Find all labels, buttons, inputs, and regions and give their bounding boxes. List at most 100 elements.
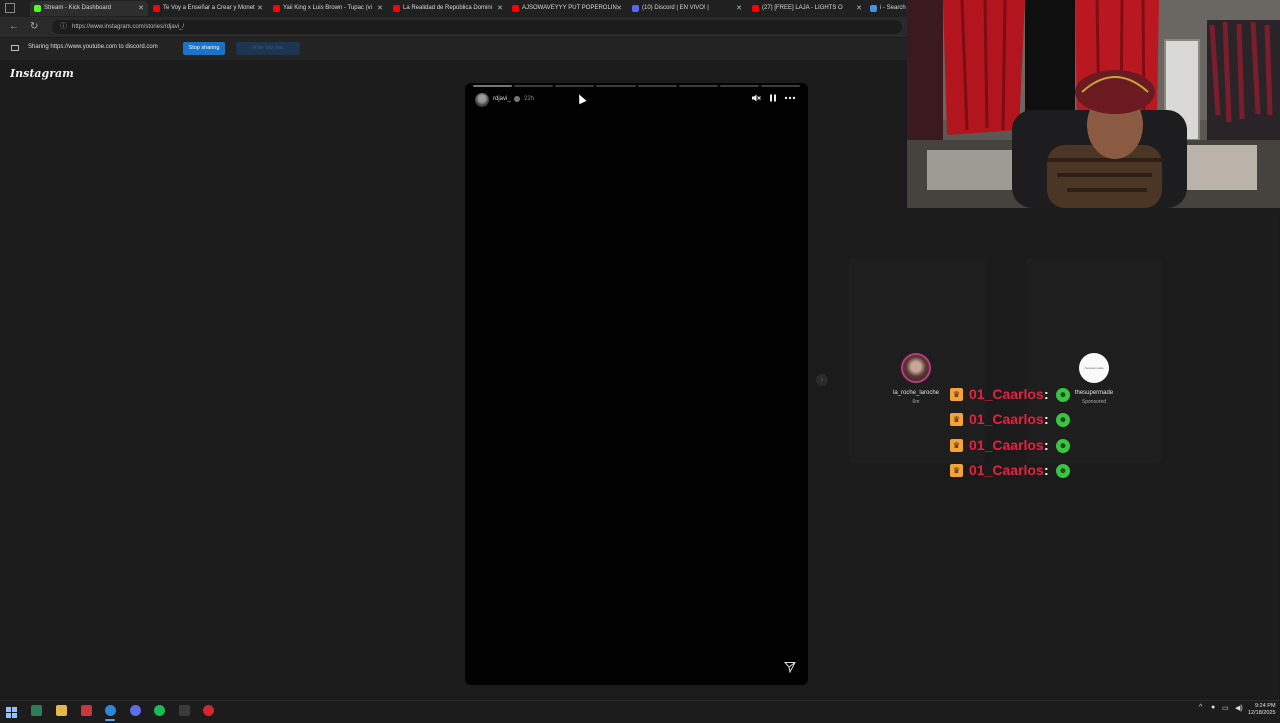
close-tab-icon[interactable]: ✕ (257, 1, 263, 16)
tab-favicon-icon (752, 5, 759, 12)
tab-favicon-icon (632, 5, 639, 12)
reload-icon[interactable]: ↻ (30, 21, 38, 33)
obs-recording-icon[interactable] (203, 705, 214, 716)
tab-label: La Realidad de República Domini (403, 5, 493, 11)
tab-favicon-icon (34, 5, 41, 12)
green-emote-icon: ☻ (1056, 388, 1070, 402)
chat-username: 01_Caarlos (969, 461, 1044, 478)
chat-username: 01_Caarlos (969, 386, 1044, 402)
browser-tab[interactable]: Yaii King x Luis Brown - Tupac (vi ✕ (269, 1, 387, 16)
more-options-icon[interactable] (784, 93, 796, 106)
story-progress-segment (719, 85, 759, 87)
verified-badge-icon (514, 96, 520, 102)
file-explorer-icon[interactable] (56, 705, 67, 716)
story-progress-segment (514, 85, 554, 87)
crown-badge-icon: ♛ (950, 388, 963, 401)
green-emote-icon: ☻ (1056, 463, 1070, 478)
screen-sharing-bar: Sharing https://www.youtube.com to disco… (0, 38, 907, 60)
side-story-avatar[interactable] (901, 353, 931, 383)
browser-toolbar: ← ↻ ⓘ https://www.instagram.com/stories/… (0, 17, 907, 37)
close-tab-icon[interactable]: ✕ (736, 1, 742, 16)
browser-tab[interactable]: (27) [FREE] LAJA - LIGHTS O ✕ (748, 1, 866, 16)
sharing-status-text: Sharing https://www.youtube.com to disco… (28, 44, 158, 50)
tab-favicon-icon (273, 5, 280, 12)
clock-time: 9:24 PM (1255, 703, 1276, 709)
close-tab-icon[interactable]: ✕ (856, 1, 862, 16)
site-info-icon[interactable]: ⓘ (60, 23, 67, 31)
tab-label: AJSOWAVEYYY PUT POPEROLIN (522, 5, 617, 11)
microphone-icon[interactable]: ● (1211, 704, 1215, 711)
chat-username: 01_Caarlos (969, 411, 1044, 428)
hide-bar-button[interactable]: Hide this bar (236, 42, 300, 55)
speaker-muted-icon[interactable] (751, 93, 761, 106)
close-tab-icon[interactable]: ✕ (138, 1, 144, 16)
window-menu-icon[interactable] (5, 3, 15, 13)
tab-label: (10) Discord | EN VIVO! | (642, 5, 709, 11)
browser-tab[interactable]: Stream - Kick Dashboard ✕ (30, 1, 148, 16)
tab-favicon-icon (512, 5, 519, 12)
active-app-indicator (105, 719, 115, 721)
discord-icon[interactable] (130, 705, 141, 716)
edge-browser-icon[interactable] (105, 705, 116, 716)
screen-share-icon (11, 45, 19, 51)
webcam-image (907, 0, 1280, 208)
windows-start-icon[interactable] (6, 705, 17, 718)
story-progress-segment (555, 85, 595, 87)
crown-badge-icon: ♛ (950, 413, 963, 427)
browser-tab[interactable]: La Realidad de República Domini ✕ (389, 1, 507, 16)
side-story-time: 6m (912, 399, 920, 405)
close-tab-icon[interactable]: ✕ (616, 1, 622, 16)
crown-badge-icon: ♛ (950, 438, 963, 452)
chat-username: 01_Caarlos (969, 436, 1044, 453)
video-app-icon[interactable] (81, 705, 92, 716)
browser-tab[interactable]: (10) Discord | EN VIVO! | ✕ (628, 1, 746, 16)
story-author-avatar[interactable] (475, 93, 489, 107)
story-progress-segment (760, 85, 800, 87)
browser-tab[interactable]: i - Search (866, 1, 906, 16)
terminal-app-icon[interactable] (31, 705, 42, 716)
send-icon[interactable] (784, 661, 796, 673)
story-progress-segment (678, 85, 718, 87)
spotify-icon[interactable] (154, 705, 165, 716)
pen-tool-icon[interactable] (179, 705, 190, 716)
tray-chevron-icon[interactable]: ^ (1199, 704, 1202, 711)
url-text: https://www.instagram.com/stories/rdjavi… (72, 24, 185, 30)
page-scrollbar[interactable] (1272, 214, 1278, 696)
browser-tab[interactable]: AJSOWAVEYYY PUT POPEROLIN ✕ (508, 1, 626, 16)
story-progress-segment (596, 85, 636, 87)
side-story-avatar-text: thesupermade (1084, 366, 1104, 370)
tab-favicon-icon (870, 5, 877, 12)
side-story-avatar[interactable]: thesupermade (1079, 353, 1109, 383)
close-tab-icon[interactable]: ✕ (377, 1, 383, 16)
browser-tab[interactable]: Te Voy a Enseñar a Crear y Monet ✕ (149, 1, 267, 16)
address-bar[interactable]: ⓘ https://www.instagram.com/stories/rdja… (52, 20, 902, 34)
tab-label: Stream - Kick Dashboard (44, 5, 112, 11)
tab-label: Yaii King x Luis Brown - Tupac (vi (283, 5, 372, 11)
side-story-name[interactable]: la_roche_laroche (876, 390, 956, 396)
tab-label: (27) [FREE] LAJA - LIGHTS O (762, 5, 843, 11)
stop-sharing-button[interactable]: Stop sharing (183, 42, 225, 55)
tab-favicon-icon (153, 5, 160, 12)
story-progress-bar (473, 85, 800, 87)
taskbar-clock[interactable]: 9:24 PM 12/18/2025 (1248, 703, 1276, 717)
story-progress-segment (473, 85, 513, 87)
green-emote-icon: ☻ (1056, 438, 1070, 453)
chat-separator: : (1044, 461, 1049, 478)
crown-badge-icon: ♛ (950, 463, 963, 477)
story-timestamp: 22h (524, 96, 535, 102)
chat-separator: : (1044, 386, 1049, 402)
chat-separator: : (1044, 411, 1049, 428)
pause-icon[interactable] (768, 93, 778, 106)
back-arrow-icon[interactable]: ← (9, 21, 19, 33)
webcam-feed (907, 0, 1280, 208)
volume-icon[interactable]: ◀) (1235, 704, 1243, 712)
close-tab-icon[interactable]: ✕ (497, 1, 503, 16)
next-story-arrow[interactable]: › (816, 374, 828, 386)
windows-taskbar: ^ ● ▭ ◀) 9:24 PM 12/18/2025 (0, 700, 1280, 721)
story-viewer[interactable]: rdjavi_ 22h (465, 83, 808, 685)
chat-separator: : (1044, 436, 1049, 453)
instagram-logo[interactable]: Instagram (10, 67, 74, 80)
story-username[interactable]: rdjavi_ (493, 96, 511, 102)
network-icon[interactable]: ▭ (1222, 704, 1229, 712)
clock-date: 12/18/2025 (1248, 710, 1276, 716)
